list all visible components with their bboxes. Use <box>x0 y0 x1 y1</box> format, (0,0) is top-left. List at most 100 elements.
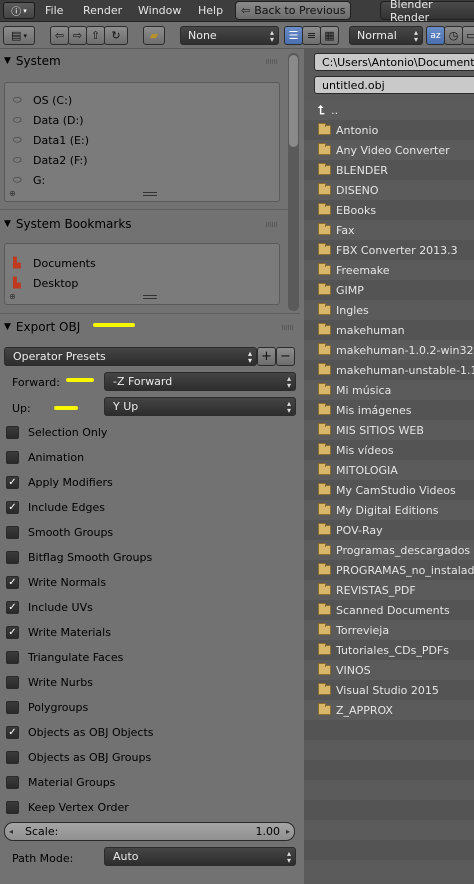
checkbox[interactable]: ✓ <box>6 575 19 589</box>
scale-left-arrow-icon[interactable]: ◂ <box>9 827 13 836</box>
checkbox[interactable] <box>6 450 19 464</box>
folder-row[interactable]: DISENO <box>304 180 474 200</box>
up-axis-dropdown[interactable]: Y Up ▴ ▾ <box>104 397 296 416</box>
sort-by-size-button[interactable]: ▭ <box>462 26 474 45</box>
filter-dropdown[interactable]: None ▴ ▾ <box>180 26 279 45</box>
system-panel-header[interactable]: ▼ System <box>4 51 61 71</box>
checkbox[interactable] <box>6 800 19 814</box>
long-list-view-button[interactable]: ≡ <box>302 26 321 45</box>
sort-by-date-button[interactable]: ◷ <box>444 26 463 45</box>
folder-row[interactable]: REVISTAS_PDF <box>304 580 474 600</box>
parent-directory-button[interactable]: ⇧ <box>86 26 105 45</box>
scale-slider[interactable]: ◂ Scale: 1.00 ▸ <box>4 822 295 841</box>
checkbox[interactable] <box>6 750 19 764</box>
folder-row[interactable]: GIMP <box>304 280 474 300</box>
resize-handle-icon[interactable] <box>143 295 157 299</box>
folder-row[interactable]: makehuman <box>304 320 474 340</box>
option-triangulate-faces-row[interactable]: Triangulate Faces <box>6 648 123 666</box>
forward-button[interactable]: ⇨ <box>68 26 87 45</box>
drag-grip-icon[interactable] <box>266 59 278 64</box>
folder-row[interactable]: Antonio <box>304 120 474 140</box>
drag-grip-icon[interactable] <box>266 222 278 227</box>
drag-grip-icon[interactable] <box>282 325 294 330</box>
folder-row[interactable]: PROGRAMAS_no_instalados <box>304 560 474 580</box>
display-size-dropdown[interactable]: Normal ▴ ▾ <box>349 26 423 45</box>
folder-row[interactable]: POV-Ray <box>304 520 474 540</box>
option-keep-vertex-order-row[interactable]: Keep Vertex Order <box>6 798 129 816</box>
checkbox[interactable] <box>6 525 19 539</box>
scrollbar-thumb[interactable] <box>289 55 298 147</box>
checkbox[interactable] <box>6 675 19 689</box>
filename-field[interactable]: untitled.obj <box>314 76 474 94</box>
back-to-previous-button[interactable]: ⇦ Back to Previous <box>235 1 351 20</box>
menu-help[interactable]: Help <box>198 4 223 17</box>
thumbnail-view-button[interactable]: ▦ <box>320 26 339 45</box>
folder-row[interactable]: Mi música <box>304 380 474 400</box>
folder-row[interactable]: Scanned Documents <box>304 600 474 620</box>
folder-row[interactable]: makehuman-1.0.2-win32 <box>304 340 474 360</box>
option-write-materials-row[interactable]: ✓ Write Materials <box>6 623 111 641</box>
file-browser-editor-button[interactable]: ▤ ▾ <box>3 26 35 45</box>
folder-row[interactable]: My Digital Editions <box>304 500 474 520</box>
scale-right-arrow-icon[interactable]: ▸ <box>286 827 290 836</box>
checkbox[interactable] <box>6 700 19 714</box>
bookmark-item[interactable]: ▙ Documents <box>13 254 96 272</box>
option-include-edges-row[interactable]: ✓ Include Edges <box>6 498 105 516</box>
folder-row[interactable]: My CamStudio Videos <box>304 480 474 500</box>
folder-row[interactable]: FBX Converter 2013.3 <box>304 240 474 260</box>
checkbox[interactable]: ✓ <box>6 725 19 739</box>
folder-row[interactable]: Fax <box>304 220 474 240</box>
folder-row[interactable]: Any Video Converter <box>304 140 474 160</box>
drive-item[interactable]: ⬭ OS (C:) <box>13 91 72 109</box>
folder-row[interactable]: EBooks <box>304 200 474 220</box>
option-polygroups-row[interactable]: Polygroups <box>6 698 88 716</box>
option-objects-as-obj-objects-row[interactable]: ✓ Objects as OBJ Objects <box>6 723 154 741</box>
refresh-button[interactable]: ↻ <box>104 26 128 45</box>
editor-type-button[interactable]: ⓘ ▾ <box>3 2 35 19</box>
left-panel-scrollbar[interactable] <box>288 53 299 311</box>
folder-row[interactable]: MITOLOGIA <box>304 460 474 480</box>
checkbox[interactable] <box>6 775 19 789</box>
checkbox[interactable] <box>6 425 19 439</box>
option-material-groups-row[interactable]: Material Groups <box>6 773 115 791</box>
folder-row[interactable]: Mis imágenes <box>304 400 474 420</box>
plus-small-icon[interactable]: ⊕ <box>9 292 16 301</box>
folder-row[interactable]: Ingles <box>304 300 474 320</box>
folder-row[interactable]: MIS SITIOS WEB <box>304 420 474 440</box>
option-smooth-groups-row[interactable]: Smooth Groups <box>6 523 113 541</box>
drive-item[interactable]: ⬭ G: <box>13 171 45 189</box>
folder-row[interactable]: Z_APPROX <box>304 700 474 720</box>
drive-item[interactable]: ⬭ Data (D:) <box>13 111 84 129</box>
checkbox[interactable]: ✓ <box>6 600 19 614</box>
folder-row[interactable]: makehuman-unstable-1.1.0 <box>304 360 474 380</box>
option-selection-only-row[interactable]: Selection Only <box>6 423 107 441</box>
option-apply-modifiers-row[interactable]: ✓ Apply Modifiers <box>6 473 113 491</box>
folder-row[interactable]: Torrevieja <box>304 620 474 640</box>
folder-row[interactable]: Mis vídeos <box>304 440 474 460</box>
bookmarks-panel-header[interactable]: ▼ System Bookmarks <box>4 214 132 234</box>
checkbox[interactable] <box>6 550 19 564</box>
menu-file[interactable]: File <box>45 4 63 17</box>
sort-alphabetical-button[interactable]: az <box>426 26 445 45</box>
short-list-view-button[interactable]: ☰ <box>284 26 303 45</box>
folder-row[interactable]: Programas_descargados <box>304 540 474 560</box>
export-obj-panel-header[interactable]: ▼ Export OBJ <box>4 317 80 337</box>
directory-path-field[interactable]: C:\Users\Antonio\Documents\ <box>314 53 474 71</box>
new-folder-button[interactable]: ▰ <box>143 26 165 45</box>
drive-item[interactable]: ⬭ Data1 (E:) <box>13 131 89 149</box>
menu-render[interactable]: Render <box>83 4 122 17</box>
folder-row[interactable]: BLENDER <box>304 160 474 180</box>
drive-item[interactable]: ⬭ Data2 (F:) <box>13 151 88 169</box>
back-button[interactable]: ⇦ <box>50 26 69 45</box>
checkbox[interactable] <box>6 650 19 664</box>
option-objects-as-obj-groups-row[interactable]: Objects as OBJ Groups <box>6 748 151 766</box>
option-write-nurbs-row[interactable]: Write Nurbs <box>6 673 93 691</box>
checkbox[interactable]: ✓ <box>6 500 19 514</box>
resize-handle-icon[interactable] <box>143 192 157 196</box>
path-mode-dropdown[interactable]: Auto ▴ ▾ <box>104 847 296 866</box>
option-include-uvs-row[interactable]: ✓ Include UVs <box>6 598 93 616</box>
option-animation-row[interactable]: Animation <box>6 448 84 466</box>
folder-row[interactable]: VINOS <box>304 660 474 680</box>
folder-row[interactable]: Freemake <box>304 260 474 280</box>
render-engine-dropdown[interactable]: Blender Render <box>380 0 474 24</box>
